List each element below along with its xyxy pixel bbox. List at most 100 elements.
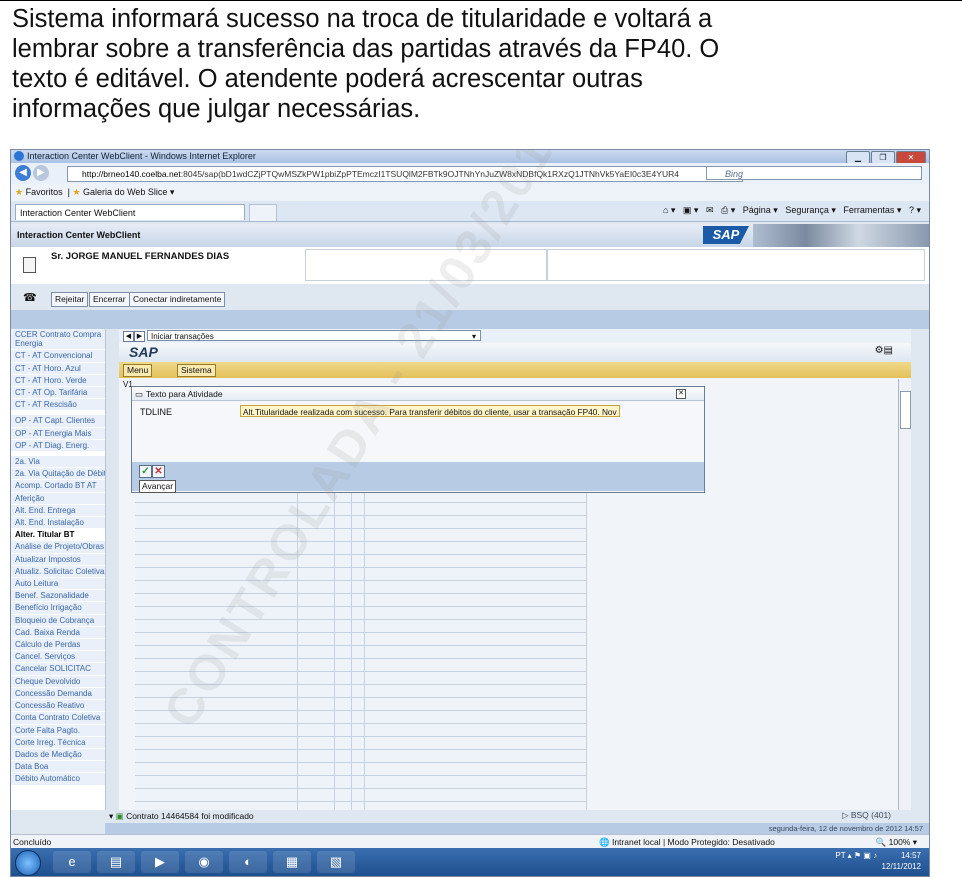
table-cell[interactable]: [334, 555, 352, 567]
table-cell[interactable]: [298, 776, 335, 788]
table-cell[interactable]: [334, 646, 352, 658]
table-cell[interactable]: [351, 724, 365, 736]
transaction-dropdown[interactable]: Iniciar transações ▾: [147, 330, 481, 341]
table-cell[interactable]: [135, 594, 299, 606]
sidebar-item[interactable]: CT - AT Horo. Verde: [11, 374, 118, 388]
favorites-button[interactable]: Favoritos: [26, 187, 63, 197]
sidebar-item[interactable]: Alter. Titular BT: [11, 529, 118, 542]
tab-interaction-center[interactable]: Interaction Center WebClient: [15, 204, 245, 220]
add-favorite-icon[interactable]: ★: [72, 187, 80, 197]
table-cell[interactable]: [351, 568, 365, 580]
table-cell[interactable]: [351, 789, 365, 801]
table-cell[interactable]: [351, 555, 365, 567]
sidebar-item[interactable]: Auto Leitura: [11, 578, 118, 591]
zoom-level[interactable]: 🔍 100% ▾: [876, 835, 917, 849]
table-cell[interactable]: [135, 711, 299, 723]
table-cell[interactable]: [135, 542, 299, 554]
table-cell[interactable]: [298, 542, 335, 554]
sidebar-item[interactable]: CT - AT Op. Tarifária: [11, 387, 118, 400]
table-cell[interactable]: [298, 529, 335, 541]
table-cell[interactable]: [334, 503, 352, 515]
table-cell[interactable]: [135, 672, 299, 684]
home-icon[interactable]: ⌂: [663, 205, 668, 215]
table-cell[interactable]: [334, 516, 352, 528]
sidebar-item[interactable]: Concessão Demanda: [11, 687, 118, 701]
sidebar-item[interactable]: Benefício Irrigação: [11, 602, 118, 615]
search-box[interactable]: Bing: [706, 166, 922, 180]
mail-icon[interactable]: ✉: [706, 205, 714, 215]
table-cell[interactable]: [298, 607, 335, 619]
table-cell[interactable]: [351, 711, 365, 723]
language-indicator[interactable]: PT: [835, 851, 845, 860]
table-cell[interactable]: [298, 737, 335, 749]
sidebar-item[interactable]: Alt. End. Entrega: [11, 504, 118, 518]
sidebar-item[interactable]: OP - AT Energia Mais: [11, 427, 118, 440]
sidebar-item[interactable]: Débito Automático: [11, 773, 118, 786]
table-cell[interactable]: [135, 607, 299, 619]
table-cell[interactable]: [364, 542, 588, 554]
sidebar-item[interactable]: Aferição: [11, 492, 118, 505]
sidebar-item[interactable]: Acomp. Cortado BT AT: [11, 480, 118, 493]
main-scrollbar[interactable]: [898, 379, 911, 810]
table-cell[interactable]: [135, 763, 299, 775]
table-cell[interactable]: [351, 763, 365, 775]
table-cell[interactable]: [334, 620, 352, 632]
table-cell[interactable]: [298, 672, 335, 684]
table-cell[interactable]: [364, 659, 588, 671]
sidebar-item[interactable]: 2a. Via Quitação de Débitos: [11, 468, 118, 481]
menu-button[interactable]: Menu: [123, 364, 153, 377]
table-cell[interactable]: [351, 516, 365, 528]
table-cell[interactable]: [334, 568, 352, 580]
table-cell[interactable]: [364, 516, 588, 528]
document-taskbar-icon[interactable]: ▦: [273, 851, 311, 873]
ie-taskbar-icon[interactable]: e: [53, 851, 91, 873]
table-cell[interactable]: [364, 750, 588, 762]
tdline-input[interactable]: Alt.Titularidade realizada com sucesso. …: [240, 405, 620, 417]
sidebar-item[interactable]: Atualiz. Solicitac Coletiva: [11, 565, 118, 579]
table-cell[interactable]: [135, 659, 299, 671]
table-cell[interactable]: [334, 763, 352, 775]
eye-taskbar-icon[interactable]: ◉: [185, 851, 223, 873]
app-taskbar-icon[interactable]: ▧: [317, 851, 355, 873]
table-cell[interactable]: [334, 685, 352, 697]
table-cell[interactable]: [298, 594, 335, 606]
table-cell[interactable]: [135, 529, 299, 541]
help-icon[interactable]: ?: [909, 205, 914, 215]
table-cell[interactable]: [351, 659, 365, 671]
table-cell[interactable]: [351, 737, 365, 749]
table-cell[interactable]: [135, 737, 299, 749]
sidebar-item[interactable]: Análise de Projeto/Obras BT: [11, 541, 118, 554]
sidebar-item[interactable]: Cancel. Serviços: [11, 651, 118, 664]
table-cell[interactable]: [351, 529, 365, 541]
table-cell[interactable]: [334, 672, 352, 684]
table-cell[interactable]: [364, 503, 588, 515]
sidebar-item[interactable]: CT - AT Rescisão: [11, 399, 118, 412]
security-menu[interactable]: Segurança: [785, 205, 829, 215]
table-cell[interactable]: [298, 698, 335, 710]
table-cell[interactable]: [135, 776, 299, 788]
table-cell[interactable]: [298, 646, 335, 658]
table-cell[interactable]: [334, 607, 352, 619]
table-cell[interactable]: [135, 646, 299, 658]
table-cell[interactable]: [364, 594, 588, 606]
print-icon[interactable]: ⎙: [721, 205, 728, 215]
table-cell[interactable]: [135, 633, 299, 645]
table-cell[interactable]: [298, 750, 335, 762]
table-cell[interactable]: [334, 711, 352, 723]
table-cell[interactable]: [298, 516, 335, 528]
table-cell[interactable]: [135, 789, 299, 801]
table-cell[interactable]: [334, 581, 352, 593]
table-cell[interactable]: [135, 503, 299, 515]
table-cell[interactable]: [135, 581, 299, 593]
sidebar-item[interactable]: Cancelar SOLICITAC: [11, 663, 118, 676]
table-cell[interactable]: [298, 789, 335, 801]
sidebar-item[interactable]: Cad. Baixa Renda: [11, 626, 118, 640]
table-cell[interactable]: [364, 529, 588, 541]
table-cell[interactable]: [334, 659, 352, 671]
scrollbar-thumb[interactable]: [900, 391, 911, 429]
prev-arrow-icon[interactable]: ◀: [123, 331, 134, 342]
table-cell[interactable]: [135, 750, 299, 762]
cancel-x-button[interactable]: ✕: [152, 465, 165, 478]
table-cell[interactable]: [364, 581, 588, 593]
table-cell[interactable]: [334, 776, 352, 788]
